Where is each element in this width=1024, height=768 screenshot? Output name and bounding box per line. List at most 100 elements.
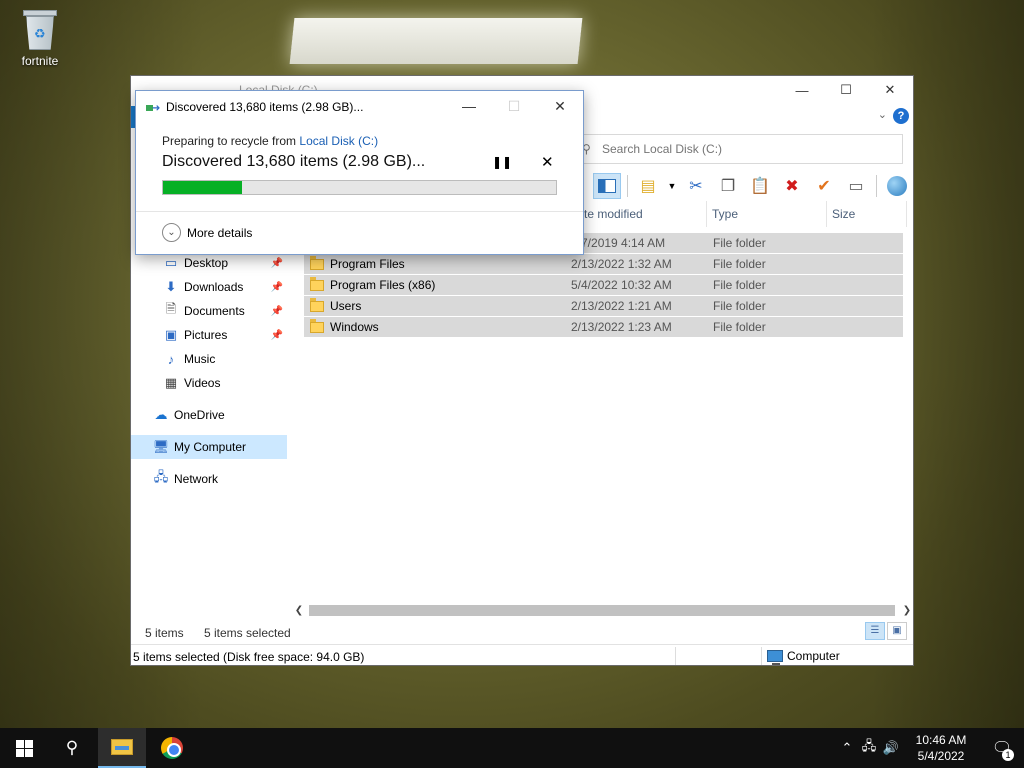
search-input[interactable] xyxy=(580,135,902,163)
nav-item-onedrive[interactable]: ☁ OneDrive xyxy=(131,403,287,427)
rename-icon[interactable]: ▭ xyxy=(842,173,870,199)
pause-icon[interactable]: ❚❚ xyxy=(492,155,512,169)
properties-dropdown-icon[interactable]: ▼ xyxy=(666,173,678,199)
large-icons-view-icon[interactable]: ▣ xyxy=(887,622,907,640)
nav-item-label: My Computer xyxy=(174,440,247,454)
item-count-bar: 5 items 5 items selected ☰ ▣ xyxy=(131,620,913,642)
clock[interactable]: 10:46 AM 5/4/2022 xyxy=(902,732,980,764)
preview-pane-button[interactable] xyxy=(593,173,621,199)
search-button[interactable]: ⚲ xyxy=(48,728,96,768)
copy-icon[interactable]: ❐ xyxy=(714,173,742,199)
selected-count: 5 items selected xyxy=(204,626,291,640)
dialog-minimize-button[interactable]: — xyxy=(449,95,489,117)
volume-icon[interactable]: 🔊 xyxy=(880,740,902,756)
scrollbar-thumb[interactable] xyxy=(309,605,895,616)
nav-item-videos[interactable]: ▦ Videos xyxy=(131,371,287,395)
column-size[interactable]: Size xyxy=(827,201,907,227)
delete-icon[interactable]: ✖ xyxy=(778,173,806,199)
pictures-icon: ▣ xyxy=(164,327,178,342)
taskbar: ⚲ ⌃ 🖧 🔊 10:46 AM 5/4/2022 🗨 1 xyxy=(0,728,1024,768)
nav-item-label: Videos xyxy=(184,376,221,390)
nav-item-label: OneDrive xyxy=(174,408,225,422)
nav-item-downloads[interactable]: ⬇ Downloads 📌 xyxy=(131,275,287,299)
dialog-close-button[interactable]: ✕ xyxy=(540,95,580,117)
folder-icon xyxy=(310,297,324,312)
table-row[interactable]: Windows 2/13/2022 1:23 AM File folder xyxy=(304,317,903,338)
start-button[interactable] xyxy=(0,728,48,768)
table-row[interactable]: Program Files (x86) 5/4/2022 10:32 AM Fi… xyxy=(304,275,903,296)
scroll-right-icon[interactable]: ❯ xyxy=(899,602,915,619)
file-name: Users xyxy=(330,299,362,313)
progress-status-text: Discovered 13,680 items (2.98 GB)... xyxy=(162,153,426,170)
toolbar: ▤ ▼ ✂ ❐ 📋 ✖ ✔ ▭ xyxy=(593,172,911,200)
recycle-bin-icon: ♻ xyxy=(21,8,59,52)
search-box[interactable]: ⚲ xyxy=(579,134,903,164)
properties-button[interactable]: ▤ xyxy=(634,173,662,199)
videos-icon: ▦ xyxy=(164,375,178,390)
file-name: Program Files xyxy=(330,257,405,271)
folder-icon xyxy=(310,318,324,333)
network-icon[interactable]: 🖧 xyxy=(858,737,880,759)
paste-icon[interactable]: 📋 xyxy=(746,173,774,199)
pin-icon: 📌 xyxy=(270,257,283,269)
network-icon: 🖧 xyxy=(153,469,169,484)
checkmark-icon[interactable]: ✔ xyxy=(810,173,838,199)
downloads-icon: ⬇ xyxy=(165,279,177,294)
column-date-modified[interactable]: te modified xyxy=(579,201,707,227)
file-date: 5/4/2022 10:32 AM xyxy=(571,278,672,292)
nav-item-pictures[interactable]: ▣ Pictures 📌 xyxy=(131,323,287,347)
preparing-text: Preparing to recycle from Local Disk (C:… xyxy=(162,134,378,148)
recycle-transfer-icon: ➜ xyxy=(146,101,160,114)
maximize-button[interactable]: ☐ xyxy=(823,76,869,104)
toolbar-separator xyxy=(627,175,628,197)
help-icon[interactable]: ? xyxy=(893,108,909,124)
nav-item-label: Pictures xyxy=(184,328,228,342)
close-button[interactable]: ✕ xyxy=(867,76,913,104)
column-type[interactable]: Type xyxy=(707,201,827,227)
status-location: Computer xyxy=(787,649,840,663)
file-type: File folder xyxy=(713,320,766,334)
file-date: 2/13/2022 1:21 AM xyxy=(571,299,672,313)
taskbar-file-explorer[interactable] xyxy=(98,728,146,768)
action-center-button[interactable]: 🗨 1 xyxy=(980,728,1024,768)
documents-icon: 🗎 xyxy=(165,301,177,316)
table-row[interactable]: Users 2/13/2022 1:21 AM File folder xyxy=(304,296,903,317)
table-row[interactable]: Program Files 2/13/2022 1:32 AM File fol… xyxy=(304,254,903,275)
taskbar-chrome[interactable] xyxy=(148,728,196,768)
search-icon: ⚲ xyxy=(65,738,79,757)
source-location-link[interactable]: Local Disk (C:) xyxy=(299,134,378,148)
nav-item-label: Music xyxy=(184,352,216,366)
cancel-icon[interactable]: ✕ xyxy=(541,153,554,171)
nav-item-network[interactable]: 🖧 Network xyxy=(131,467,287,491)
file-date: 7/7/2019 4:14 AM xyxy=(571,236,666,250)
folder-icon xyxy=(310,255,324,270)
chrome-icon xyxy=(161,737,183,759)
details-view-icon[interactable]: ☰ xyxy=(865,622,885,640)
file-name: Program Files (x86) xyxy=(330,278,436,292)
scroll-left-icon[interactable]: ❮ xyxy=(291,602,307,619)
chevron-up-icon[interactable]: ⌃ xyxy=(836,740,858,756)
nav-item-label: Documents xyxy=(184,304,245,318)
cut-icon[interactable]: ✂ xyxy=(682,173,710,199)
progress-bar xyxy=(162,180,557,195)
file-type: File folder xyxy=(713,299,766,313)
desktop-icon: ▭ xyxy=(164,255,178,270)
progress-fill xyxy=(163,181,242,194)
dialog-title: Discovered 13,680 items (2.98 GB)... xyxy=(166,100,364,114)
system-tray: ⌃ 🖧 🔊 10:46 AM 5/4/2022 🗨 1 xyxy=(836,728,1024,768)
ribbon-expand-icon[interactable]: ⌄ xyxy=(878,108,887,121)
globe-icon[interactable] xyxy=(883,173,911,199)
nav-item-music[interactable]: ♪ Music xyxy=(131,347,287,371)
horizontal-scrollbar[interactable]: ❮ ❯ xyxy=(291,602,915,619)
preparing-prefix: Preparing to recycle from xyxy=(162,134,300,148)
computer-icon: 🖥 xyxy=(152,439,170,454)
minimize-button[interactable]: — xyxy=(779,76,825,104)
nav-item-my-computer[interactable]: 🖥 My Computer xyxy=(131,435,287,459)
nav-item-documents[interactable]: 🗎 Documents 📌 xyxy=(131,299,287,323)
nav-item-label: Network xyxy=(174,472,219,486)
recycle-progress-dialog: ➜ Discovered 13,680 items (2.98 GB)... —… xyxy=(135,90,584,255)
more-details-button[interactable]: ⌄ More details xyxy=(162,223,252,242)
desktop-icon-recycle-bin[interactable]: ♻ fortnite xyxy=(12,8,68,68)
file-explorer-icon xyxy=(111,739,133,755)
status-divider xyxy=(675,647,676,665)
